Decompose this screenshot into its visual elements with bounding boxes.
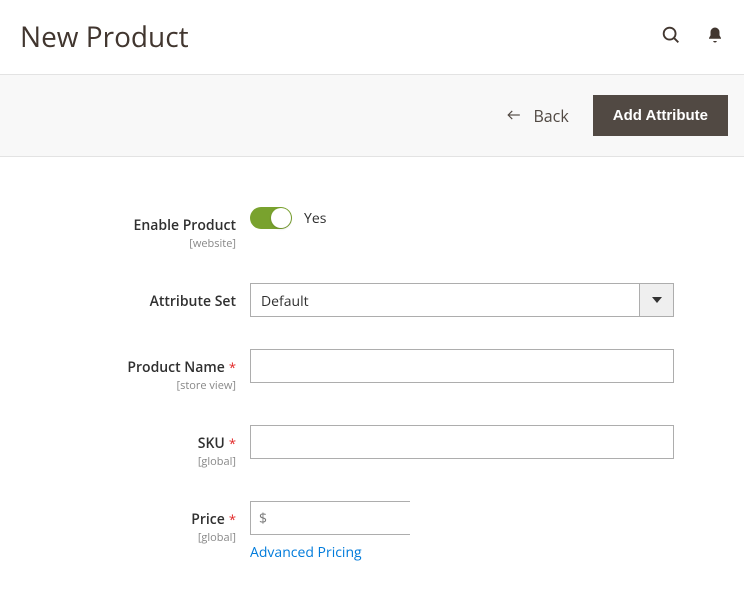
attribute-set-select[interactable]: Default: [250, 283, 674, 317]
enable-product-toggle[interactable]: [250, 207, 292, 229]
attribute-set-value: Default: [250, 283, 640, 317]
toolbar: Back Add Attribute: [0, 74, 744, 157]
arrow-left-icon: [505, 105, 523, 127]
back-button[interactable]: Back: [505, 105, 568, 127]
advanced-pricing-link[interactable]: Advanced Pricing: [250, 543, 362, 562]
header-icons: [660, 24, 724, 51]
price-scope: [global]: [20, 530, 236, 545]
back-label: Back: [533, 105, 568, 127]
sku-input[interactable]: [250, 425, 674, 459]
product-name-label: Product Name: [127, 358, 224, 377]
sku-label: SKU: [198, 434, 225, 453]
page-title: New Product: [20, 18, 189, 56]
sku-scope: [global]: [20, 454, 236, 469]
required-icon: *: [229, 434, 236, 452]
notifications-icon[interactable]: [706, 25, 724, 50]
enable-product-label: Enable Product: [134, 216, 236, 235]
attribute-set-label: Attribute Set: [150, 292, 236, 311]
required-icon: *: [229, 358, 236, 376]
enable-product-value: Yes: [304, 209, 326, 228]
enable-product-scope: [website]: [20, 236, 236, 251]
price-label: Price: [191, 510, 225, 529]
product-name-input[interactable]: [250, 349, 674, 383]
currency-symbol: $: [251, 509, 275, 528]
add-attribute-button[interactable]: Add Attribute: [593, 95, 728, 136]
form: Enable Product [website] Yes Attribute S…: [0, 157, 744, 594]
price-field[interactable]: $: [250, 501, 410, 535]
chevron-down-icon[interactable]: [640, 283, 674, 317]
product-name-scope: [store view]: [20, 378, 236, 393]
search-icon[interactable]: [660, 24, 682, 51]
required-icon: *: [229, 510, 236, 528]
price-input[interactable]: [275, 502, 464, 534]
toggle-knob: [271, 208, 291, 228]
